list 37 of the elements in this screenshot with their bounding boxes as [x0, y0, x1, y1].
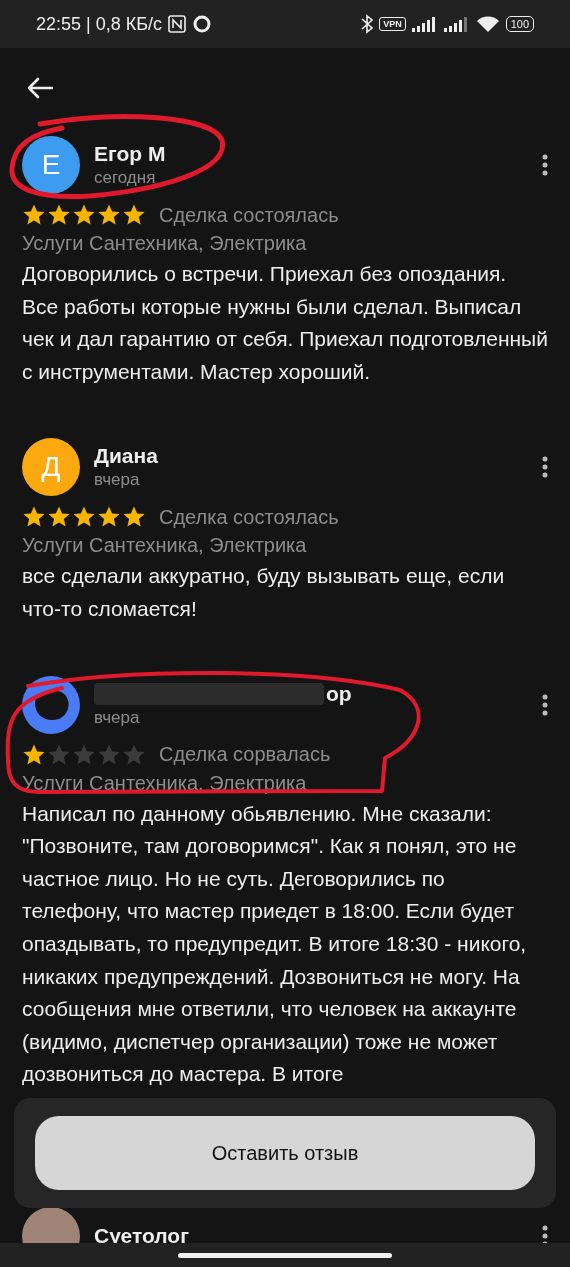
services-text: Услуги Сантехника, Электрика — [22, 533, 308, 559]
circle-icon — [192, 14, 213, 34]
star-icon — [47, 203, 71, 227]
signal-icon — [443, 16, 470, 32]
home-indicator[interactable] — [178, 1252, 392, 1258]
deal-status: Сделка состоялась — [159, 203, 339, 227]
signal-icon — [411, 16, 438, 32]
deal-status: Сделка сорвалась — [159, 743, 331, 767]
review-text: все сделали аккуратно, буду вызывать еще, если что-то сломается! — [22, 563, 506, 622]
reviewer-name: Суетолог — [94, 1224, 189, 1248]
back-arrow-icon[interactable] — [26, 76, 54, 100]
leave-review-button[interactable]: Оставить отзыв — [35, 1116, 535, 1190]
vpn-badge: VPN — [379, 17, 406, 31]
more-options-icon[interactable] — [542, 693, 548, 716]
star-icon — [22, 203, 46, 227]
services-text: Услуги Сантехника, Электрика — [22, 231, 308, 256]
more-options-icon[interactable] — [542, 456, 548, 479]
reviewer-name: Егор М — [94, 142, 166, 166]
star-icon — [122, 203, 146, 227]
review-date: вчера — [94, 470, 141, 491]
wifi-icon — [475, 15, 500, 33]
avatar-letter: Д — [41, 451, 61, 484]
battery-icon: 100 — [505, 16, 534, 32]
reviewer-name: ор — [326, 681, 352, 706]
nfc-icon — [168, 15, 187, 33]
review-text: Договорились о встречи. Приехал без опоздания. Все работы которые нужны были сделал. Выписал чек и дал гарантию от себя. Приехал подготовленный с инструментами. Мастер хороший. — [22, 261, 548, 385]
time-and-speed: 22:55 | 0,8 КБ/с — [36, 13, 163, 35]
review-text: Написал по данному обьявлению. Мне сказали: "Позвоните, там договоримся". Как я понял, это не частное лицо. Но не суть. Деговорились по телефону, что мастер приедет в 18:00. Если будет опаздывать, то предупредит. В итоге 18:30 - никого, никаких предупреждений. Дозвониться не могу. На сообщения мне ответили, что человек на аккаунте (видимо, диспетчер организации) тоже не может дозвониться до мастера. В итоге — [22, 800, 528, 1088]
more-options-icon[interactable] — [542, 154, 548, 176]
review-date: сегодня — [94, 168, 157, 188]
deal-status: Сделка состоялась — [159, 505, 339, 529]
bluetooth-icon — [361, 14, 374, 34]
reviewer-name: Диана — [94, 444, 158, 469]
review-date: вчера — [94, 707, 141, 728]
star-icon — [97, 203, 121, 227]
star-icon — [72, 203, 96, 227]
avatar-letter: Е — [41, 149, 61, 181]
